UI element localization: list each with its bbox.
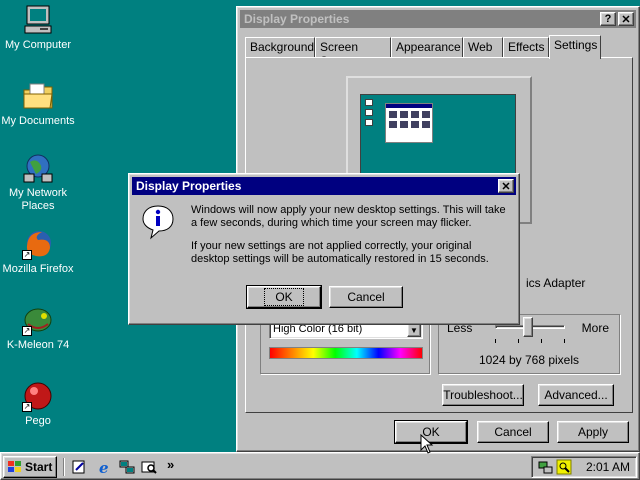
quick-launch-more-chevron[interactable]: » <box>167 457 174 472</box>
button-label: OK <box>264 288 304 306</box>
desktop-icon-label: Mozilla Firefox <box>2 263 74 275</box>
internet-explorer-icon[interactable]: e <box>97 459 113 477</box>
dialog-message-line1: Windows will now apply your new desktop … <box>191 204 506 229</box>
button-label: Apply <box>577 425 609 439</box>
mini-desktop-icon <box>365 109 373 116</box>
quick-launch-divider <box>63 458 65 476</box>
tab-screen-saver[interactable]: Screen Saver <box>315 37 391 68</box>
desktop-icon-label: My Computer <box>4 39 72 51</box>
mini-desktop-icon <box>365 119 373 126</box>
help-button[interactable]: ? <box>600 12 616 26</box>
button-label: Advanced... <box>544 388 608 402</box>
start-label: Start <box>25 460 53 474</box>
svg-text:e: e <box>99 459 109 475</box>
slider-ticks <box>495 339 565 343</box>
tab-web[interactable]: Web <box>463 37 503 57</box>
desktop-icon-firefox[interactable]: ↗ Mozilla Firefox <box>0 228 76 276</box>
tab-label: Settings <box>554 38 598 52</box>
tab-background[interactable]: Background <box>245 37 315 57</box>
desktop-icon-my-computer[interactable]: My Computer <box>0 4 76 52</box>
tab-label: Effects <box>508 40 545 54</box>
folder-documents-icon <box>22 80 54 112</box>
window-titlebar[interactable]: Display Properties ? ✕ <box>240 10 636 28</box>
tab-settings[interactable]: Settings <box>549 35 601 59</box>
firefox-icon: ↗ <box>22 228 54 260</box>
help-icon: ? <box>604 13 612 25</box>
desktop-icon-k-meleon[interactable]: ↗ K-Meleon 74 <box>0 304 76 352</box>
mini-window-preview <box>385 103 433 143</box>
system-tray: 2:01 AM <box>531 456 637 478</box>
mini-desktop-icon <box>365 99 373 106</box>
resolution-slider-thumb[interactable] <box>523 317 533 337</box>
desktop-icon-pego[interactable]: ↗ Pego <box>0 380 76 428</box>
resolution-value: 1024 by 768 pixels <box>478 353 580 367</box>
info-icon <box>141 204 175 240</box>
close-button[interactable]: ✕ <box>618 12 634 26</box>
edit-document-icon[interactable] <box>71 459 87 475</box>
cancel-button[interactable]: Cancel <box>477 421 549 443</box>
confirm-settings-dialog: Display Properties ✕ Windows will now ap… <box>128 173 520 325</box>
windows-logo-icon <box>8 461 22 473</box>
apply-button[interactable]: Apply <box>557 421 629 443</box>
desktop-icon-label: My Network Places <box>8 187 68 212</box>
color-spectrum-bar <box>269 347 423 359</box>
my-computer-icon <box>22 4 54 36</box>
close-icon: ✕ <box>501 180 511 193</box>
desktop-icon-label: K-Meleon 74 <box>6 339 70 351</box>
tab-effects[interactable]: Effects <box>503 37 549 57</box>
button-label: Cancel <box>347 290 385 304</box>
tab-appearance[interactable]: Appearance <box>391 37 463 57</box>
window-title: Display Properties <box>244 12 350 26</box>
adapter-label: ics Adapter <box>526 276 586 290</box>
desktop-icon-network-places[interactable]: My Network Places <box>0 152 76 213</box>
desktop-icon-label: My Documents <box>1 115 75 127</box>
dialog-message-line2: If your new settings are not applied cor… <box>191 240 489 265</box>
taskbar: Start e » 2:01 AM <box>0 452 640 480</box>
pego-icon: ↗ <box>22 380 54 412</box>
desktop-icon-label: Pego <box>25 415 51 427</box>
mouse-cursor-icon <box>420 433 434 457</box>
dialog-titlebar[interactable]: Display Properties ✕ <box>132 177 516 195</box>
k-meleon-icon: ↗ <box>22 304 54 336</box>
troubleshoot-button[interactable]: Troubleshoot... <box>442 384 524 406</box>
dialog-close-button[interactable]: ✕ <box>498 179 514 193</box>
network-places-icon <box>22 152 54 184</box>
network-icon[interactable] <box>119 459 135 475</box>
tab-label: Web <box>468 40 493 54</box>
close-icon: ✕ <box>621 13 631 26</box>
clock[interactable]: 2:01 AM <box>586 460 630 474</box>
button-label: Troubleshoot... <box>443 388 523 402</box>
advanced-button[interactable]: Advanced... <box>538 384 614 406</box>
tab-label: Background <box>250 40 315 54</box>
more-label: More <box>581 321 609 335</box>
dialog-title: Display Properties <box>136 179 242 193</box>
dialog-ok-button[interactable]: OK <box>246 285 322 309</box>
chevron-down-icon[interactable]: ▼ <box>407 323 421 337</box>
tray-network-icon[interactable] <box>538 459 554 478</box>
tray-search-icon[interactable] <box>556 459 572 478</box>
desktop-icon-my-documents[interactable]: My Documents <box>0 80 76 128</box>
dialog-message: Windows will now apply your new desktop … <box>191 204 511 276</box>
tab-label: Appearance <box>396 40 461 54</box>
start-button[interactable]: Start <box>3 456 57 478</box>
explorer-icon[interactable] <box>141 459 157 475</box>
dialog-cancel-button[interactable]: Cancel <box>329 286 403 308</box>
button-label: Cancel <box>494 425 532 439</box>
